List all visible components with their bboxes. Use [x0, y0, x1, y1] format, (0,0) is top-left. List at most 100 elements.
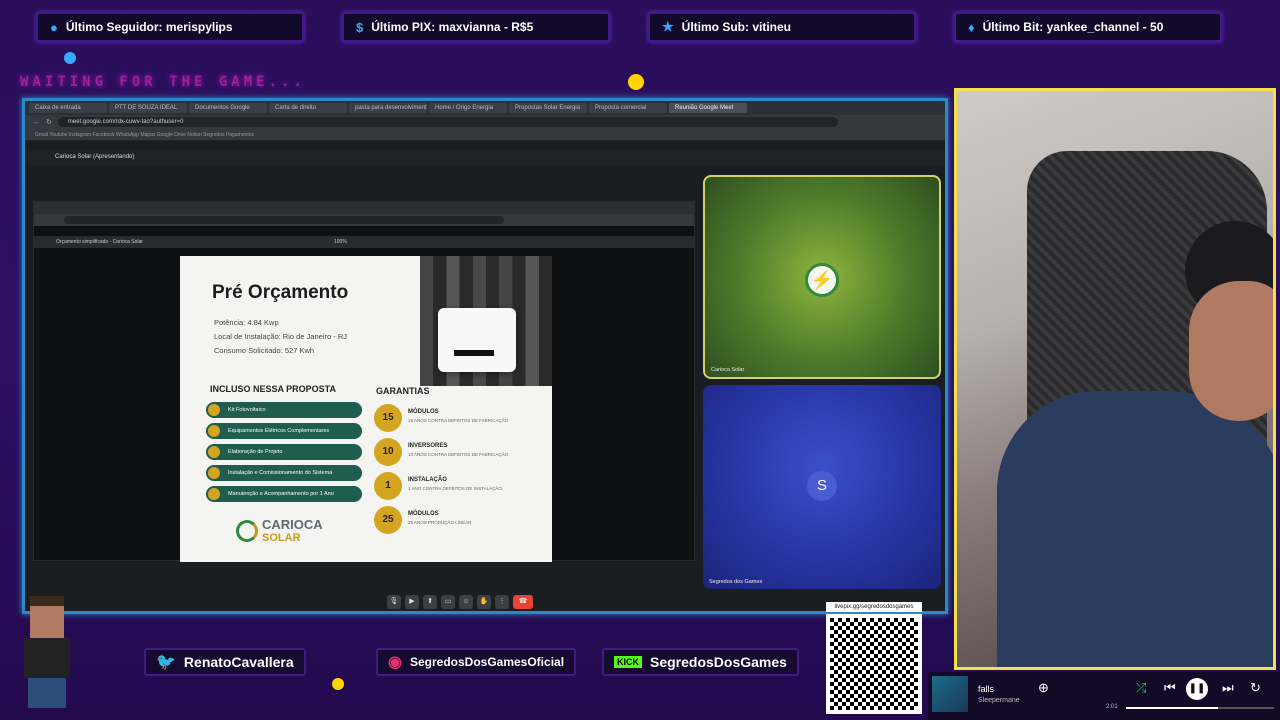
ticker-last-bit: ♦ Último Bit: yankee_channel - 50 — [954, 12, 1222, 42]
next-icon[interactable]: ⏭ — [1222, 680, 1234, 696]
decor-dot — [64, 52, 76, 64]
streamer-face — [1189, 281, 1273, 421]
emoji-icon[interactable]: ☺ — [459, 595, 473, 609]
camera-icon[interactable]: ▶ — [405, 595, 419, 609]
meet-controls: 🎙 ▶ ⬆ ▭ ☺ ✋ ⋮ ☎ — [387, 595, 533, 611]
song-title: falls — [978, 684, 995, 694]
guarantee-item-desc: 15 ANOS CONTRA DEFEITOS DE FABRICAÇÃO — [408, 418, 509, 423]
browser-tab[interactable]: Caixa de entrada — [29, 103, 107, 113]
instagram-handle: ◉ SegredosDosGamesOficial — [376, 648, 577, 676]
guarantee-item-title: INSTALAÇÃO — [408, 477, 447, 483]
music-player: falls Sleepermane ⊕ ⤮ ⏮ ❚❚ ⏭ ↻ 2:01 — [928, 672, 1280, 720]
reload-icon[interactable]: ↻ — [46, 118, 52, 126]
album-art — [932, 676, 968, 712]
spec-location: Local de Instalação: Rio de Janeiro - RJ — [214, 332, 347, 341]
included-item: Instalação e Comissionamento do Sistema — [206, 465, 362, 481]
included-heading: INCLUSO NESSA PROPOSTA — [210, 384, 337, 394]
screen-capture-frame: Caixa de entrada PTT DE SOUZA IDEAL Docu… — [22, 98, 948, 614]
address-bar-row: ← ↻ meet.google.com/rdx-cuwv-tao?authuse… — [25, 115, 945, 129]
meet-presenting-title: Carioca Solar (Apresentando) — [25, 149, 945, 165]
guarantee-item: 10 INVERSORES 10 ANOS CONTRA DEFEITOS DE F… — [374, 438, 550, 468]
pdf-toolbar: Orçamento simplificado - Carioca Solar 10… — [34, 236, 694, 248]
browser-tab[interactable]: Documentos Google — [189, 103, 267, 113]
shuffle-icon[interactable]: ⤮ — [1136, 680, 1146, 696]
diamond-icon: ♦ — [968, 19, 975, 35]
streamer-body — [997, 391, 1273, 667]
ticker-last-follower: ● Último Seguidor: merispylips — [36, 12, 304, 42]
kick-handle: KICK SegredosDosGames — [602, 648, 799, 676]
brand-name-bottom: SOLAR — [262, 532, 301, 544]
url-field[interactable]: meet.google.com/rdx-cuwv-tao?authuser=0 — [57, 117, 838, 127]
song-artist: Sleepermane — [978, 697, 1020, 704]
guarantee-item: 15 MÓDULOS 15 ANOS CONTRA DEFEITOS DE FABR… — [374, 404, 550, 434]
pause-button[interactable]: ❚❚ — [1186, 678, 1208, 700]
guarantee-item-title: MÓDULOS — [408, 511, 439, 517]
browser-tab[interactable]: PTT DE SOUZA IDEAL — [109, 103, 187, 113]
end-call-button[interactable]: ☎ — [513, 595, 533, 609]
shared-screen: Orçamento simplificado - Carioca Solar 10… — [33, 201, 695, 562]
guarantee-badge: 10 — [374, 438, 402, 466]
pdf-file-title: Orçamento simplificado - Carioca Solar — [56, 239, 143, 245]
back-icon[interactable]: ← — [33, 119, 40, 126]
guarantee-item-title: MÓDULOS — [408, 409, 439, 415]
participant-name: Segredos dos Games — [709, 579, 763, 585]
add-icon[interactable]: ⊕ — [1038, 680, 1049, 696]
browser-tab-strip: Caixa de entrada PTT DE SOUZA IDEAL Docu… — [25, 101, 945, 115]
decor-dot — [628, 74, 644, 90]
twitter-icon: 🐦 — [156, 654, 176, 671]
progress-bar[interactable] — [1126, 707, 1274, 709]
star-icon: ★ — [662, 19, 674, 34]
included-item: Elaboração de Projeto — [206, 444, 362, 460]
included-item: Kit Fotovoltaico — [206, 402, 362, 418]
pdf-zoom[interactable]: 100% — [334, 236, 347, 248]
captions-icon[interactable]: ▭ — [441, 595, 455, 609]
progress-fill — [1126, 707, 1218, 709]
bookmarks-bar[interactable]: Gmail Youtube Instagram Facebook WhatsAp… — [25, 129, 945, 141]
inverter-image — [438, 308, 516, 372]
decor-dot — [332, 678, 344, 690]
elapsed-time: 2:01 — [1106, 704, 1118, 710]
dollar-icon: $ — [356, 19, 364, 35]
participant-tile[interactable]: S Segredos dos Games — [703, 385, 941, 589]
participant-tile[interactable]: ⚡ Carioca Solar — [703, 175, 941, 379]
browser-tab[interactable]: Home / Origo Energia — [429, 103, 507, 113]
qr-code — [826, 614, 922, 714]
webcam-feed — [954, 88, 1276, 670]
guarantee-item: 1 INSTALAÇÃO 1 ANO CONTRA DEFEITOS DE INST… — [374, 472, 550, 502]
included-item: Equipamentos Elétricos Complementares — [206, 423, 362, 439]
more-options-icon[interactable]: ⋮ — [495, 595, 509, 609]
ticker-last-pix: $ Último PIX: maxvianna - R$5 — [342, 12, 610, 42]
carioca-solar-logo-icon — [236, 520, 258, 542]
waiting-text: WAITING FOR THE GAME... — [20, 74, 306, 90]
twitter-handle: 🐦 RenatoCavallera — [144, 648, 306, 676]
guarantee-badge: 25 — [374, 506, 402, 534]
pdf-page: Pré Orçamento Potência: 4.84 Kwp Local d… — [180, 256, 552, 562]
guarantee-badge: 15 — [374, 404, 402, 432]
guarantees-heading: GARANTIAS — [376, 386, 430, 396]
guarantee-item: 25 MÓDULOS 25 ANOS PRODUÇÃO LINEAR — [374, 506, 550, 536]
brand-name-top: CARIOCA — [262, 517, 323, 532]
ticker-last-sub: ★ Último Sub: vitineu — [648, 12, 916, 42]
stream-overlay: ● Último Seguidor: merispylips $ Último PI… — [0, 0, 1280, 720]
qr-label: livepix.gg/segredosdosgames — [826, 602, 922, 612]
guarantee-item-desc: 10 ANOS CONTRA DEFEITOS DE FABRICAÇÃO — [408, 452, 509, 457]
kick-icon: KICK — [614, 656, 642, 668]
avatar: S — [807, 471, 837, 501]
raise-hand-icon[interactable]: ✋ — [477, 595, 491, 609]
shared-browser-tabs — [34, 202, 694, 214]
instagram-icon: ◉ — [388, 654, 402, 671]
guarantee-badge: 1 — [374, 472, 402, 500]
browser-tab[interactable]: Carta de direito — [269, 103, 347, 113]
guarantee-item-title: INVERSORES — [408, 443, 448, 449]
browser-tab[interactable]: pasta para desenvolvimento — [349, 103, 427, 113]
repeat-icon[interactable]: ↻ — [1250, 680, 1261, 696]
present-icon[interactable]: ⬆ — [423, 595, 437, 609]
guarantee-item-desc: 1 ANO CONTRA DEFEITOS DE INSTALAÇÃO — [408, 486, 502, 491]
carioca-solar-logo-icon: ⚡ — [805, 263, 839, 297]
browser-tab-active[interactable]: Reunião Google Meet — [669, 103, 747, 113]
mic-icon[interactable]: 🎙 — [387, 595, 401, 609]
browser-tab[interactable]: Proposta comercial — [589, 103, 667, 113]
browser-tab[interactable]: Propostas Solar Energia — [509, 103, 587, 113]
guarantee-item-desc: 25 ANOS PRODUÇÃO LINEAR — [408, 520, 472, 525]
previous-icon[interactable]: ⏮ — [1164, 680, 1176, 696]
